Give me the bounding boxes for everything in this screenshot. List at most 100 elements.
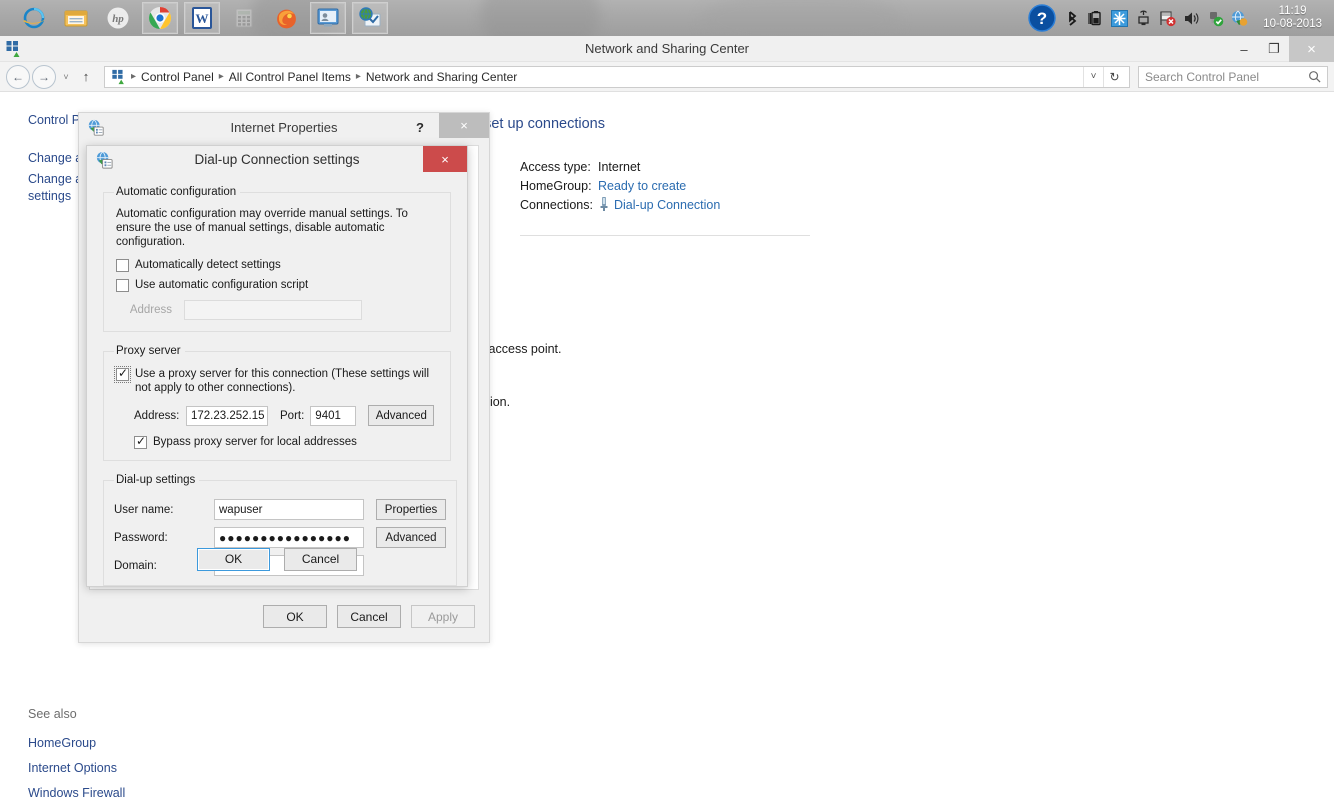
crumb-all-control-panel-items[interactable]: All Control Panel Items bbox=[225, 70, 355, 84]
dialup-button-row: OK Cancel bbox=[87, 532, 467, 586]
dialup-ok-button[interactable]: OK bbox=[197, 547, 270, 571]
navigation-bar: ← → ˅ ↑ ▸ Control Panel ▸ All Control Pa… bbox=[0, 62, 1334, 92]
use-proxy-server-row[interactable]: Use a proxy server for this connection (… bbox=[114, 366, 440, 395]
forward-button[interactable]: → bbox=[32, 64, 56, 89]
see-also-windows-firewall[interactable]: Windows Firewall bbox=[28, 786, 125, 800]
breadcrumb[interactable]: ▸ Control Panel ▸ All Control Panel Item… bbox=[104, 65, 1130, 88]
crumb-network-and-sharing-center[interactable]: Network and Sharing Center bbox=[362, 70, 521, 84]
back-button[interactable]: ← bbox=[6, 64, 30, 89]
taskbar-app-internet-explorer[interactable] bbox=[16, 2, 52, 34]
dialup-connection-settings-dialog: Dial-up Connection settings × Automatic … bbox=[86, 145, 468, 587]
proxy-port-input[interactable]: 9401 bbox=[310, 405, 357, 426]
crumb-sep: ▸ bbox=[131, 71, 137, 82]
network-sharing-window-icon bbox=[6, 40, 20, 57]
network-sharing-icon bbox=[359, 7, 381, 27]
refresh-icon[interactable]: ↻ bbox=[1103, 66, 1125, 87]
homegroup-link[interactable]: Ready to create bbox=[598, 177, 686, 196]
hp-icon: hp bbox=[107, 7, 129, 29]
recent-locations-button[interactable]: ˅ bbox=[58, 65, 74, 89]
automatic-configuration-legend: Automatic configuration bbox=[116, 186, 237, 198]
bluetooth-icon[interactable] bbox=[1063, 10, 1080, 27]
minimize-button[interactable]: – bbox=[1229, 36, 1259, 62]
username-label: User name: bbox=[114, 503, 174, 516]
bypass-proxy-label: Bypass proxy server for local addresses bbox=[153, 436, 357, 448]
action-center-help-icon[interactable]: ? bbox=[1028, 4, 1056, 32]
close-button[interactable]: × bbox=[1289, 36, 1334, 62]
svg-text:W: W bbox=[196, 11, 209, 26]
proxy-server-legend: Proxy server bbox=[116, 345, 181, 357]
word-icon: W bbox=[192, 7, 212, 29]
network-detail-row: HomeGroup: Ready to create bbox=[520, 177, 1334, 196]
auto-detect-settings-checkbox[interactable] bbox=[116, 259, 129, 272]
search-icon bbox=[1309, 71, 1321, 83]
taskbar-clock[interactable]: 11:19 10-08-2013 bbox=[1263, 5, 1322, 31]
use-automatic-configuration-script-checkbox[interactable] bbox=[116, 279, 129, 292]
search-control-panel-input[interactable]: Search Control Panel bbox=[1138, 65, 1328, 88]
file-explorer-icon bbox=[64, 10, 88, 27]
system-tray: ? 11:19 10-08-2013 bbox=[1028, 0, 1334, 36]
maximize-button[interactable]: ❐ bbox=[1259, 36, 1289, 62]
bypass-proxy-row[interactable]: Bypass proxy server for local addresses bbox=[134, 434, 440, 449]
network-globe-icon[interactable] bbox=[1231, 10, 1248, 27]
use-proxy-server-checkbox[interactable] bbox=[114, 366, 131, 383]
connections-link[interactable]: Dial-up Connection bbox=[614, 196, 720, 215]
see-also-internet-options[interactable]: Internet Options bbox=[28, 761, 125, 775]
ie-ok-button[interactable]: OK bbox=[263, 605, 327, 628]
ie-cancel-button[interactable]: Cancel bbox=[337, 605, 401, 628]
access-type-label: Access type: bbox=[520, 160, 591, 174]
username-input[interactable]: wapuser bbox=[214, 499, 364, 520]
auto-config-address-label: Address bbox=[129, 304, 172, 316]
see-also-homegroup[interactable]: HomeGroup bbox=[28, 736, 125, 750]
ie-apply-button: Apply bbox=[411, 605, 475, 628]
svg-text:hp: hp bbox=[112, 13, 124, 25]
remote-desktop-icon bbox=[317, 8, 339, 27]
battery-icon[interactable] bbox=[1087, 10, 1104, 27]
proxy-address-row: Address: 172.23.252.15 Port: 9401 Advanc… bbox=[134, 405, 440, 426]
network-connection-icon[interactable] bbox=[1135, 10, 1152, 27]
taskbar-app-microsoft-word[interactable]: W bbox=[184, 2, 220, 34]
crumb-control-panel[interactable]: Control Panel bbox=[137, 70, 218, 84]
breadcrumb-dropdown-icon[interactable]: ˅ bbox=[1083, 66, 1103, 87]
dialup-cancel-button[interactable]: Cancel bbox=[284, 547, 357, 571]
use-automatic-configuration-script-row[interactable]: Use automatic configuration script bbox=[116, 278, 440, 292]
internet-properties-title-bar: Internet Properties ? × bbox=[79, 113, 489, 142]
snowflake-icon[interactable] bbox=[1111, 9, 1129, 27]
flag-error-icon[interactable] bbox=[1159, 10, 1176, 27]
svg-text:?: ? bbox=[1037, 9, 1047, 28]
chrome-icon bbox=[149, 7, 171, 29]
volume-icon[interactable] bbox=[1183, 10, 1200, 27]
proxy-address-input[interactable]: 172.23.252.15 bbox=[186, 405, 268, 426]
crumb-sep: ▸ bbox=[355, 71, 361, 82]
internet-properties-close-button[interactable]: × bbox=[439, 113, 489, 138]
dialup-dialog-body: Automatic configuration Automatic config… bbox=[87, 174, 467, 586]
proxy-server-group: Proxy server Use a proxy server for this… bbox=[103, 345, 451, 461]
firefox-icon bbox=[276, 9, 296, 28]
taskbar-app-mozilla-firefox[interactable] bbox=[268, 2, 304, 34]
use-automatic-configuration-script-label: Use automatic configuration script bbox=[135, 279, 309, 291]
bypass-proxy-checkbox[interactable] bbox=[134, 434, 147, 449]
taskbar-app-google-chrome[interactable] bbox=[142, 2, 178, 34]
breadcrumb-network-icon bbox=[112, 69, 124, 84]
properties-button[interactable]: Properties bbox=[376, 499, 446, 520]
see-also-heading: See also bbox=[28, 707, 77, 721]
network-detail-row: Access type: Internet bbox=[520, 158, 1334, 177]
username-row: User name: wapuser Properties bbox=[114, 499, 446, 520]
internet-properties-button-row: OK Cancel Apply bbox=[263, 605, 475, 628]
safely-remove-hardware-icon[interactable] bbox=[1207, 10, 1224, 27]
taskbar-app-network-sharing-center[interactable] bbox=[352, 2, 388, 34]
dialup-connection-icon bbox=[600, 197, 608, 211]
automatic-configuration-description: Automatic configuration may override man… bbox=[116, 208, 408, 248]
automatic-configuration-group: Automatic configuration Automatic config… bbox=[103, 186, 451, 332]
auto-detect-settings-row[interactable]: Automatically detect settings bbox=[116, 258, 440, 272]
internet-explorer-icon bbox=[23, 7, 46, 29]
taskbar-app-hp-support[interactable]: hp bbox=[100, 2, 136, 34]
proxy-advanced-button[interactable]: Advanced bbox=[368, 405, 435, 426]
up-button[interactable]: ↑ bbox=[76, 65, 96, 89]
taskbar-app-file-explorer[interactable] bbox=[58, 2, 94, 34]
dialup-title: Dial-up Connection settings bbox=[194, 152, 360, 167]
dialup-close-button[interactable]: × bbox=[423, 146, 467, 172]
taskbar-app-calculator[interactable] bbox=[226, 2, 262, 34]
taskbar-app-remote-desktop[interactable] bbox=[310, 2, 346, 34]
taskbar-pinned-apps: hp W bbox=[0, 0, 388, 36]
help-button[interactable]: ? bbox=[407, 113, 433, 142]
